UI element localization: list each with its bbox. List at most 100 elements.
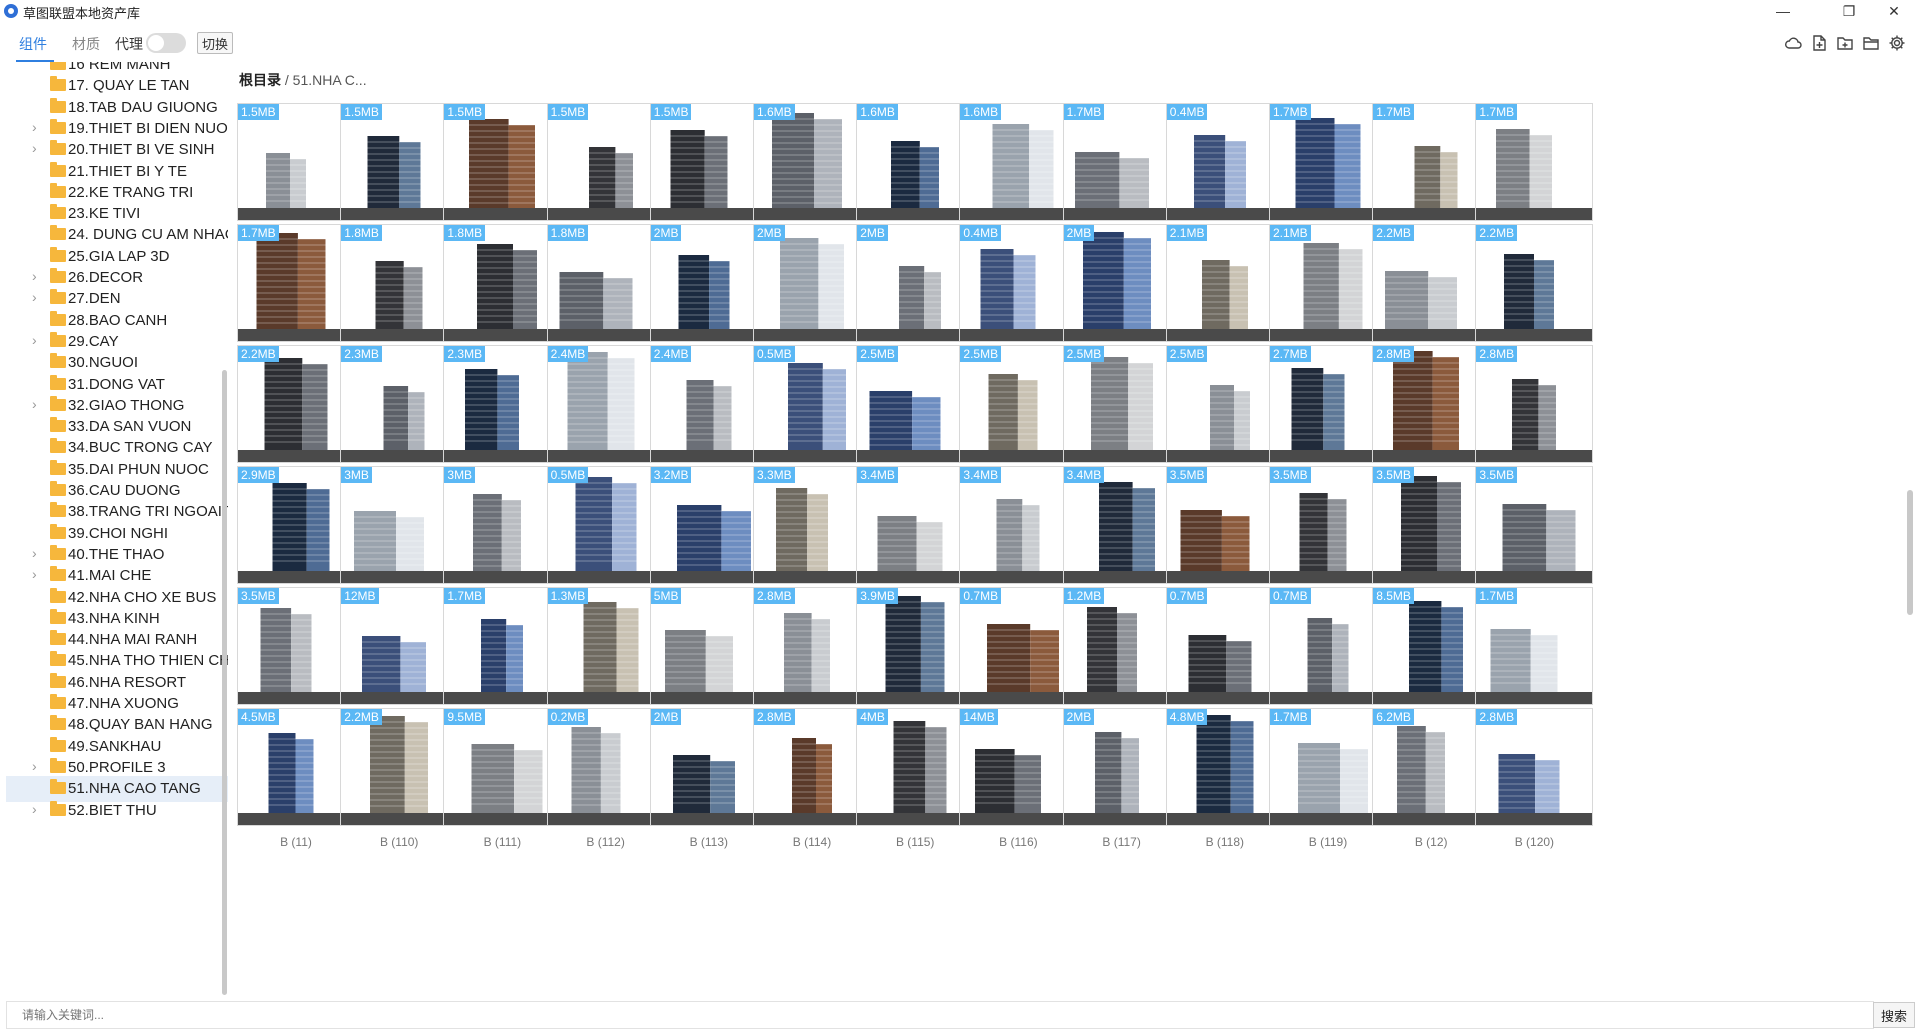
asset-thumbnail[interactable]: 2.5MB: [856, 345, 975, 463]
asset-thumbnail[interactable]: 5MB: [649, 587, 768, 705]
open-folder-icon[interactable]: [1862, 34, 1880, 52]
asset-thumbnail[interactable]: 2MB: [856, 224, 975, 342]
asset-thumbnail[interactable]: 1.7MB: [1062, 103, 1181, 221]
asset-thumbnail[interactable]: 2.1MB: [1165, 224, 1284, 342]
asset-thumbnail[interactable]: 2.1MB: [1269, 224, 1387, 342]
asset-thumbnail[interactable]: 1.6MB: [959, 103, 1078, 221]
asset-card[interactable]: 2MB B (113): [649, 708, 768, 856]
asset-card[interactable]: 1.7MB B (119): [1269, 708, 1387, 856]
asset-thumbnail[interactable]: 2MB: [1062, 708, 1181, 826]
asset-thumbnail[interactable]: 0.4MB: [959, 224, 1078, 342]
asset-thumbnail[interactable]: 14MB: [959, 708, 1078, 826]
asset-thumbnail[interactable]: 0.7MB: [1165, 587, 1284, 705]
asset-card[interactable]: 0.2MB B (112): [546, 708, 665, 856]
asset-thumbnail[interactable]: 1.7MB: [1269, 103, 1387, 221]
sidebar-item[interactable]: › 52.BIET THU: [6, 798, 228, 824]
asset-thumbnail[interactable]: 1.5MB: [649, 103, 768, 221]
expand-arrow-icon[interactable]: ›: [32, 289, 37, 305]
tab-components[interactable]: 组件: [19, 34, 47, 54]
asset-thumbnail[interactable]: 1.7MB: [443, 587, 562, 705]
maximize-button[interactable]: ❐: [1826, 0, 1872, 22]
close-button[interactable]: ✕: [1871, 0, 1917, 22]
asset-thumbnail[interactable]: 2.8MB: [753, 708, 871, 826]
asset-thumbnail[interactable]: 1.6MB: [856, 103, 975, 221]
asset-thumbnail[interactable]: 2.5MB: [1165, 345, 1284, 463]
search-input[interactable]: [6, 1003, 1866, 1027]
asset-thumbnail[interactable]: 9.5MB: [443, 708, 562, 826]
switch-button[interactable]: 切换: [197, 32, 233, 54]
asset-thumbnail[interactable]: 3MB: [443, 466, 562, 584]
cloud-icon[interactable]: [1784, 34, 1802, 52]
asset-thumbnail[interactable]: 0.2MB: [546, 708, 665, 826]
expand-arrow-icon[interactable]: ›: [32, 545, 37, 561]
expand-arrow-icon[interactable]: ›: [32, 801, 37, 817]
asset-thumbnail[interactable]: 2.4MB: [546, 345, 665, 463]
asset-thumbnail[interactable]: 2.3MB: [443, 345, 562, 463]
asset-thumbnail[interactable]: 6.2MB: [1372, 708, 1491, 826]
asset-card[interactable]: 2MB B (117): [1062, 708, 1181, 856]
gear-icon[interactable]: [1888, 34, 1906, 52]
asset-thumbnail[interactable]: 2MB: [649, 224, 768, 342]
asset-thumbnail[interactable]: 1.5MB: [546, 103, 665, 221]
asset-thumbnail[interactable]: 1.2MB: [1062, 587, 1181, 705]
expand-arrow-icon[interactable]: ›: [32, 140, 37, 156]
asset-thumbnail[interactable]: 1.8MB: [340, 224, 459, 342]
asset-card[interactable]: 2.2MB B (110): [340, 708, 459, 856]
asset-thumbnail[interactable]: 1.7MB: [237, 224, 355, 342]
asset-thumbnail[interactable]: 3.3MB: [753, 466, 871, 584]
asset-card[interactable]: 2.8MB B (114): [753, 708, 871, 856]
asset-thumbnail[interactable]: 1.7MB: [1475, 587, 1594, 705]
asset-thumbnail[interactable]: 2MB: [649, 708, 768, 826]
tab-materials[interactable]: 材质: [72, 34, 100, 54]
asset-thumbnail[interactable]: 3.5MB: [1475, 466, 1594, 584]
breadcrumb-current[interactable]: 51.NHA C...: [293, 72, 367, 88]
asset-thumbnail[interactable]: 2MB: [753, 224, 871, 342]
asset-thumbnail[interactable]: 1.7MB: [1475, 103, 1594, 221]
asset-thumbnail[interactable]: 4.8MB: [1165, 708, 1284, 826]
asset-thumbnail[interactable]: 3.4MB: [959, 466, 1078, 584]
breadcrumb-root[interactable]: 根目录: [239, 72, 281, 88]
asset-thumbnail[interactable]: 1.8MB: [443, 224, 562, 342]
asset-thumbnail[interactable]: 0.4MB: [1165, 103, 1284, 221]
expand-arrow-icon[interactable]: ›: [32, 119, 37, 135]
asset-thumbnail[interactable]: 2.2MB: [1372, 224, 1491, 342]
asset-thumbnail[interactable]: 3.4MB: [1062, 466, 1181, 584]
asset-thumbnail[interactable]: 1.7MB: [1372, 103, 1491, 221]
asset-thumbnail[interactable]: 1.3MB: [546, 587, 665, 705]
asset-thumbnail[interactable]: 2.8MB: [1475, 345, 1594, 463]
asset-thumbnail[interactable]: 2.2MB: [1475, 224, 1594, 342]
asset-thumbnail[interactable]: 2.5MB: [1062, 345, 1181, 463]
asset-thumbnail[interactable]: 2.8MB: [1372, 345, 1491, 463]
asset-thumbnail[interactable]: 4MB: [856, 708, 975, 826]
asset-thumbnail[interactable]: 1.5MB: [237, 103, 355, 221]
sidebar-scrollbar[interactable]: [222, 370, 227, 995]
asset-thumbnail[interactable]: 0.5MB: [753, 345, 871, 463]
asset-thumbnail[interactable]: 2MB: [1062, 224, 1181, 342]
asset-thumbnail[interactable]: 2.7MB: [1269, 345, 1387, 463]
asset-thumbnail[interactable]: 2.2MB: [340, 708, 459, 826]
asset-thumbnail[interactable]: 1.5MB: [443, 103, 562, 221]
asset-thumbnail[interactable]: 2.2MB: [237, 345, 355, 463]
expand-arrow-icon[interactable]: ›: [32, 268, 37, 284]
asset-thumbnail[interactable]: 0.5MB: [546, 466, 665, 584]
asset-card[interactable]: 4.8MB B (118): [1165, 708, 1284, 856]
asset-card[interactable]: 4.5MB B (11): [237, 708, 355, 856]
asset-thumbnail[interactable]: 1.5MB: [340, 103, 459, 221]
asset-thumbnail[interactable]: 2.9MB: [237, 466, 355, 584]
new-file-icon[interactable]: [1810, 34, 1828, 52]
asset-thumbnail[interactable]: 0.7MB: [1269, 587, 1387, 705]
asset-thumbnail[interactable]: 4.5MB: [237, 708, 355, 826]
asset-thumbnail[interactable]: 3.5MB: [1269, 466, 1387, 584]
asset-card[interactable]: 6.2MB B (12): [1372, 708, 1491, 856]
expand-arrow-icon[interactable]: ›: [32, 332, 37, 348]
asset-thumbnail[interactable]: 3MB: [340, 466, 459, 584]
asset-thumbnail[interactable]: 2.8MB: [753, 587, 871, 705]
asset-card[interactable]: 2.8MB B (120): [1475, 708, 1594, 856]
asset-card[interactable]: 4MB B (115): [856, 708, 975, 856]
asset-thumbnail[interactable]: 2.5MB: [959, 345, 1078, 463]
grid-scrollbar[interactable]: [1907, 490, 1913, 615]
asset-thumbnail[interactable]: 8.5MB: [1372, 587, 1491, 705]
asset-thumbnail[interactable]: 3.5MB: [237, 587, 355, 705]
asset-thumbnail[interactable]: 2.4MB: [649, 345, 768, 463]
asset-thumbnail[interactable]: 3.2MB: [649, 466, 768, 584]
